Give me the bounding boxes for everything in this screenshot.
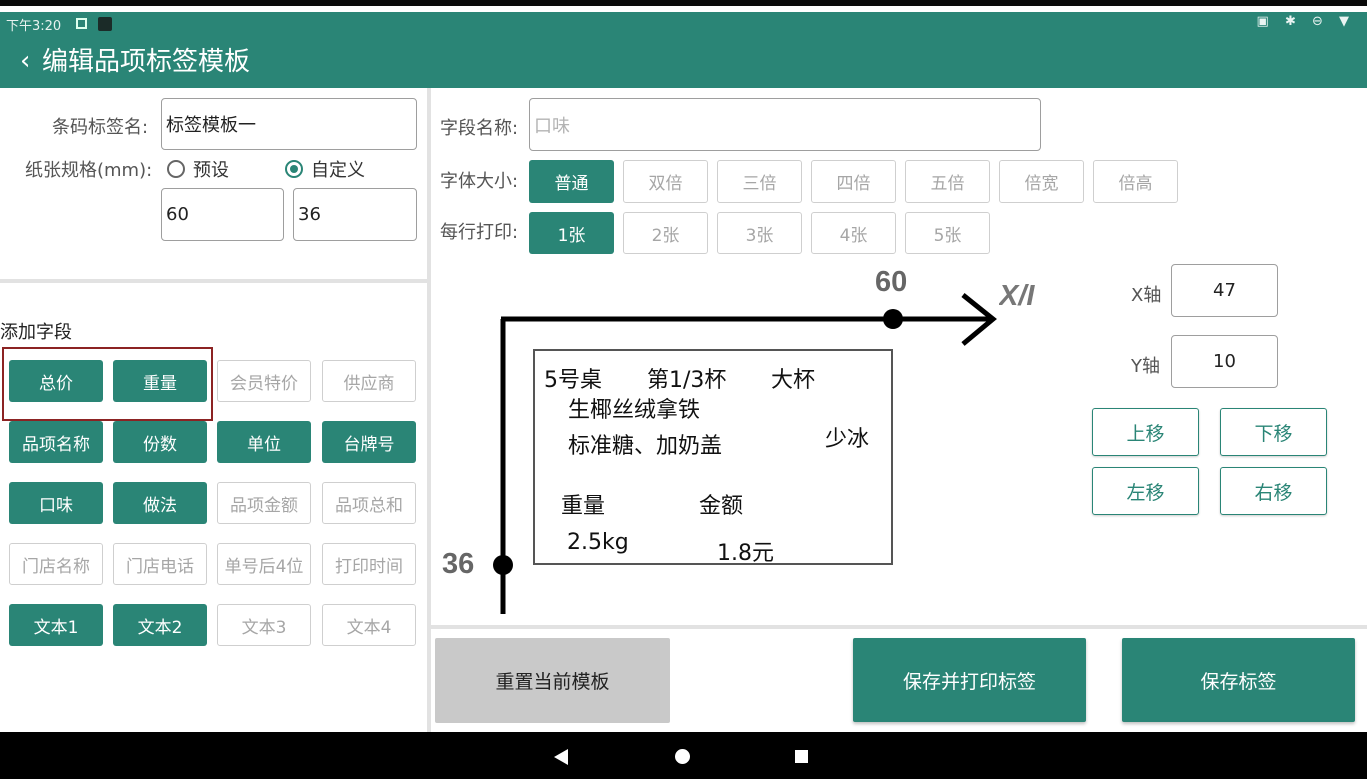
field-name-input[interactable]: 口味 [529,98,1041,151]
system-icons: ▣ ✱ ⊖ ▼ [1256,14,1355,29]
font-size-option[interactable]: 普通 [529,160,614,203]
save-label-button[interactable]: 保存标签 [1122,638,1355,722]
height-marker [493,555,513,575]
field-button[interactable]: 单位 [217,421,311,463]
field-button[interactable]: 会员特价 [217,360,311,402]
x-axis-input[interactable]: 47 [1171,264,1278,317]
radio-preset[interactable]: 预设 [167,156,229,182]
label-name-label: 条码标签名: [52,117,149,138]
field-button[interactable]: 打印时间 [322,543,416,585]
font-size-option[interactable]: 四倍 [811,160,896,203]
per-row-option[interactable]: 1张 [529,212,614,254]
paper-height-input[interactable]: 36 [293,188,417,241]
field-button[interactable]: 文本4 [322,604,416,646]
notification-icon [76,18,87,29]
field-button[interactable]: 门店电话 [113,543,207,585]
add-field-title: 添加字段 [0,322,72,343]
per-row-option[interactable]: 4张 [811,212,896,254]
preview-size[interactable]: 大杯 [771,362,815,394]
preview-axes [493,293,997,614]
per-row-option[interactable]: 3张 [717,212,802,254]
navigation-bar [0,732,1367,779]
per-row-label: 每行打印: [440,222,519,243]
app-icon [98,17,112,31]
field-name-label: 字段名称: [440,118,519,139]
radio-custom[interactable]: 自定义 [285,156,365,182]
back-nav-icon[interactable] [554,749,568,765]
field-button[interactable]: 做法 [113,482,207,524]
paper-width-input[interactable]: 60 [161,188,284,241]
field-button[interactable]: 供应商 [322,360,416,402]
radio-custom-circle [285,160,303,178]
field-button[interactable]: 单号后4位 [217,543,311,585]
save-and-print-button[interactable]: 保存并打印标签 [853,638,1086,722]
home-nav-icon[interactable] [675,749,690,764]
status-bar: 下午3:20 ▣ ✱ ⊖ ▼ [0,12,1367,36]
height-value-marker: 36 [442,548,475,580]
move-up-button[interactable]: 上移 [1092,408,1199,456]
width-value-marker: 60 [875,266,908,298]
font-size-option[interactable]: 双倍 [623,160,708,203]
y-axis-input[interactable]: 10 [1171,335,1278,388]
move-right-button[interactable]: 右移 [1220,467,1327,515]
move-left-button[interactable]: 左移 [1092,467,1199,515]
recents-nav-icon[interactable] [795,750,808,763]
preview-weight-value[interactable]: 2.5kg [567,530,629,555]
field-button[interactable]: 台牌号 [322,421,416,463]
field-button[interactable]: 品项总和 [322,482,416,524]
field-button[interactable]: 总价 [9,360,103,402]
font-size-label: 字体大小: [440,171,519,192]
label-name-input[interactable]: 标签模板一 [161,98,417,150]
preview-weight-label[interactable]: 重量 [561,488,605,520]
field-button[interactable]: 文本2 [113,604,207,646]
font-size-option[interactable]: 倍宽 [999,160,1084,203]
radio-preset-label: 预设 [193,160,229,181]
field-button[interactable]: 门店名称 [9,543,103,585]
radio-custom-label: 自定义 [311,160,365,181]
preview-ice[interactable]: 少冰 [825,421,869,453]
move-down-button[interactable]: 下移 [1220,408,1327,456]
divider [431,625,1367,629]
field-button[interactable]: 品项金额 [217,482,311,524]
font-size-option[interactable]: 三倍 [717,160,802,203]
per-row-option[interactable]: 5张 [905,212,990,254]
field-button[interactable]: 重量 [113,360,207,402]
per-row-option[interactable]: 2张 [623,212,708,254]
width-marker [883,309,903,329]
radio-preset-circle [167,160,185,178]
preview-cup[interactable]: 第1/3杯 [647,362,726,394]
divider [0,279,427,283]
preview-amount-value[interactable]: 1.8元 [717,535,774,567]
app-bar: ‹ 编辑品项标签模板 [0,36,1367,88]
status-time: 下午3:20 [6,19,62,34]
field-button[interactable]: 份数 [113,421,207,463]
font-size-option[interactable]: 五倍 [905,160,990,203]
label-preview-canvas[interactable]: 60 36 X/I 5号桌 第1/3杯 大杯 生椰丝绒拿铁 标准糖、加奶盖 少冰… [431,256,1091,625]
paper-size-label: 纸张规格(mm): [25,160,153,181]
field-button[interactable]: 文本3 [217,604,311,646]
y-axis-label: Y轴 [1131,356,1160,377]
back-icon[interactable]: ‹ [20,45,30,77]
screen: 下午3:20 ▣ ✱ ⊖ ▼ ‹ 编辑品项标签模板 条码标签名: 标签模板一 纸… [0,0,1367,779]
preview-options[interactable]: 标准糖、加奶盖 [568,428,722,460]
font-size-option[interactable]: 倍高 [1093,160,1178,203]
field-button[interactable]: 文本1 [9,604,103,646]
preview-amount-label[interactable]: 金额 [699,488,743,520]
page-title: 编辑品项标签模板 [42,47,251,77]
preview-table-no[interactable]: 5号桌 [544,362,602,394]
field-button[interactable]: 品项名称 [9,421,103,463]
reset-template-button[interactable]: 重置当前模板 [435,638,670,723]
axis-tag: X/I [999,280,1035,312]
x-axis-label: X轴 [1131,285,1162,306]
preview-item-name[interactable]: 生椰丝绒拿铁 [568,392,700,424]
field-button[interactable]: 口味 [9,482,103,524]
